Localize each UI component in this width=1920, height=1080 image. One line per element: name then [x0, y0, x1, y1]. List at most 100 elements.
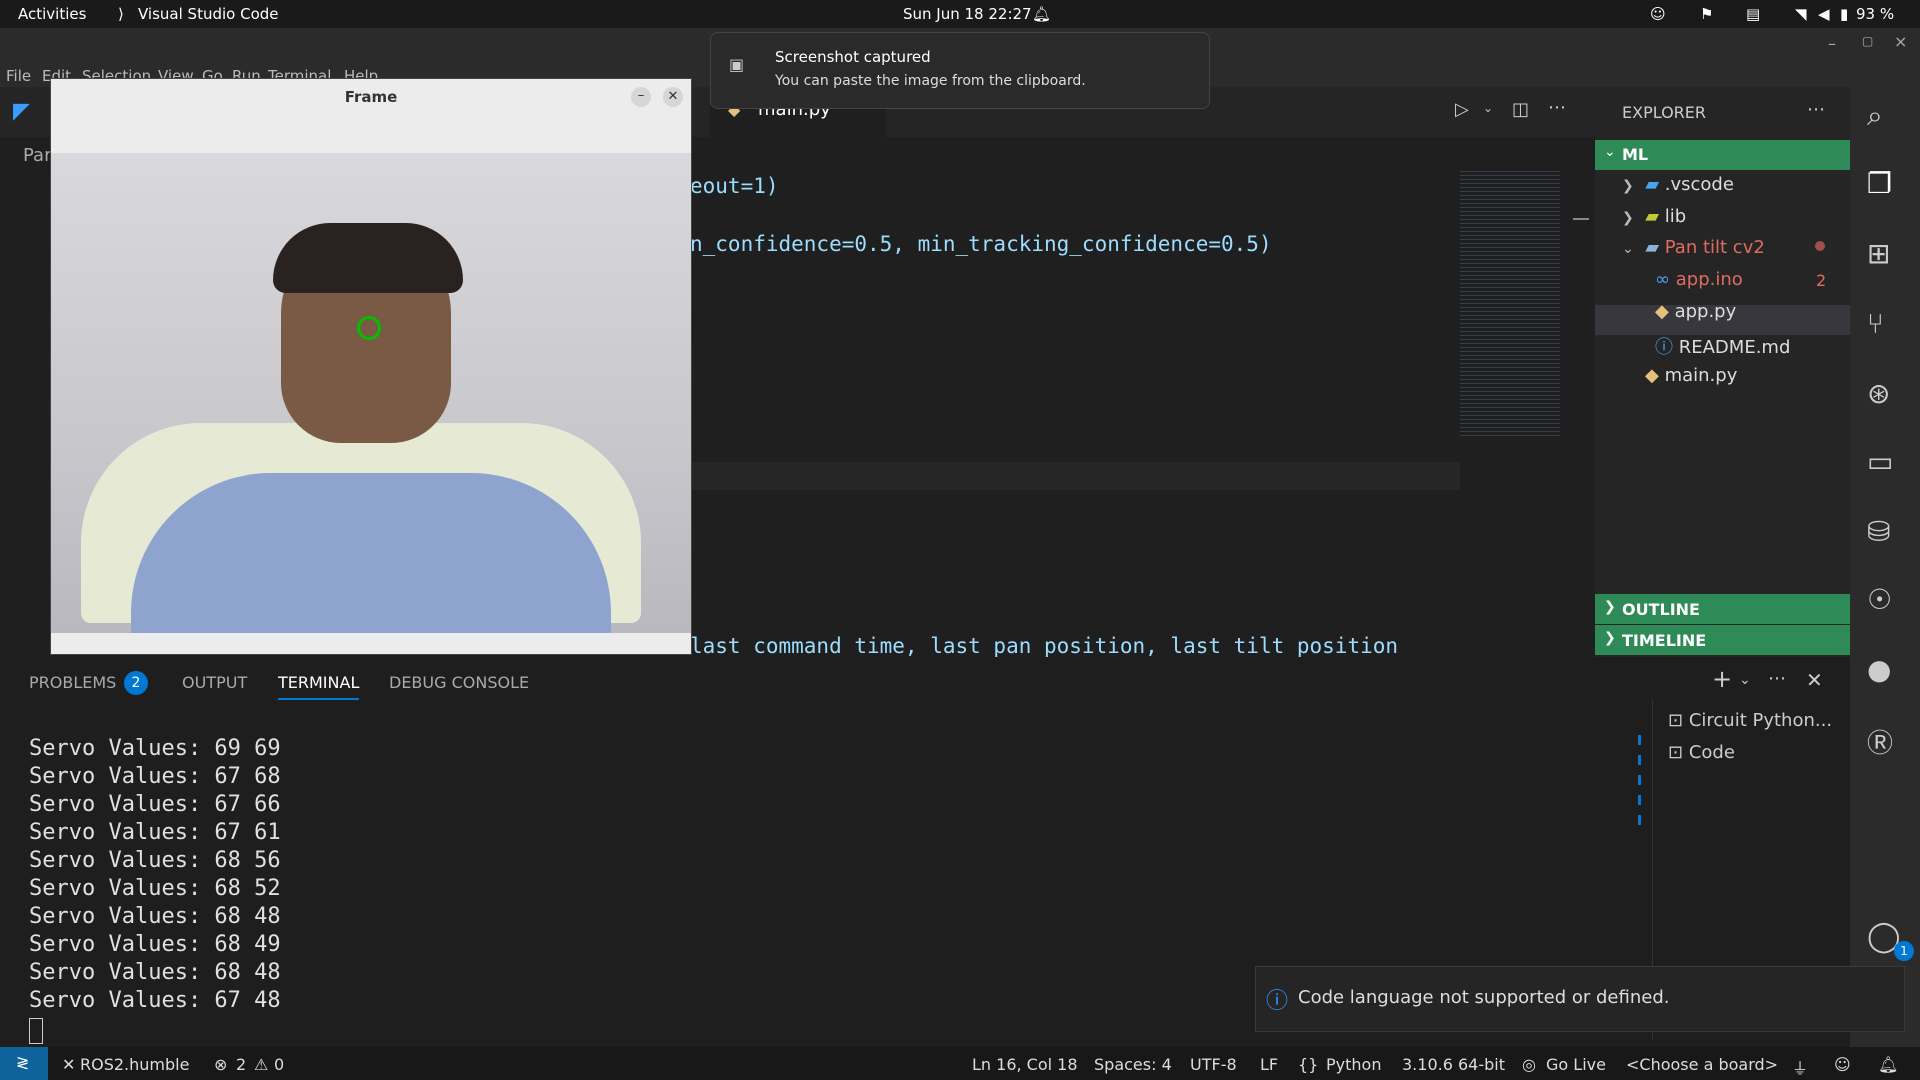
- language-mode[interactable]: Python: [1326, 1055, 1381, 1074]
- plug-icon[interactable]: ⏚: [1792, 1055, 1808, 1079]
- code-line[interactable]: eout=1): [690, 174, 779, 198]
- problems-badge: 2: [124, 671, 148, 695]
- python-interpreter[interactable]: 3.10.6 64-bit: [1402, 1055, 1505, 1074]
- volume-icon[interactable]: ◀: [1818, 5, 1830, 23]
- menu-file[interactable]: File: [6, 67, 31, 85]
- tree-item-app-py[interactable]: ◆ app.py: [1655, 301, 1736, 322]
- screenshot-notification[interactable]: ▣ Screenshot captured You can paste the …: [710, 32, 1210, 109]
- folder-root-ml[interactable]: ⌄ ML: [1595, 140, 1850, 170]
- hair-shape: [273, 223, 463, 293]
- error-count[interactable]: 2: [236, 1055, 246, 1074]
- tree-item-main-py[interactable]: ◆ main.py: [1645, 365, 1737, 386]
- ros-distro[interactable]: ROS2.humble: [80, 1055, 189, 1074]
- bell-icon[interactable]: 🔔︎: [1878, 1055, 1898, 1074]
- tree-item-readme[interactable]: ⓘ README.md: [1655, 333, 1790, 359]
- app-name[interactable]: Visual Studio Code: [138, 5, 279, 23]
- remote-indicator[interactable]: ≷: [0, 1047, 48, 1080]
- run-icon[interactable]: ▷: [1455, 99, 1469, 120]
- search-icon[interactable]: ⌕: [1867, 99, 1903, 135]
- tab-output[interactable]: OUTPUT: [182, 673, 247, 692]
- outline-section[interactable]: ❯ OUTLINE: [1595, 594, 1850, 624]
- more-icon[interactable]: ⋯: [1548, 97, 1566, 118]
- tree-item-lib[interactable]: ❯ ▰ lib: [1622, 206, 1686, 227]
- line-ending[interactable]: LF: [1260, 1055, 1278, 1074]
- terminal-item-circuit-python[interactable]: ⊡ Circuit Python...: [1668, 710, 1832, 731]
- clipboard-icon[interactable]: ▤: [1746, 5, 1760, 23]
- scrollbar[interactable]: [1573, 218, 1589, 220]
- outline-label: OUTLINE: [1622, 600, 1700, 619]
- robot-icon[interactable]: ☉: [1867, 583, 1903, 619]
- battery-icon[interactable]: ▮: [1840, 5, 1848, 23]
- terminal-line: Servo Values: 67 66: [29, 792, 281, 817]
- indentation[interactable]: Spaces: 4: [1094, 1055, 1172, 1074]
- warning-icon[interactable]: ⚠: [254, 1055, 268, 1074]
- tab-terminal[interactable]: TERMINAL: [278, 673, 360, 700]
- error-icon[interactable]: ⊗: [214, 1055, 227, 1074]
- chevron-down-icon[interactable]: ⌄: [1483, 101, 1493, 115]
- database-icon[interactable]: ⛁: [1867, 515, 1903, 551]
- terminal-cursor: [29, 1018, 43, 1044]
- github-icon[interactable]: ●: [1867, 653, 1903, 689]
- terminal-line: Servo Values: 68 48: [29, 960, 281, 985]
- braces-icon: {}: [1298, 1055, 1319, 1074]
- vscode-logo-icon: ◤: [13, 99, 30, 124]
- remote-close-icon[interactable]: ✕: [62, 1055, 75, 1074]
- close-icon[interactable]: ✕: [663, 87, 683, 107]
- tracking-marker: [357, 316, 381, 340]
- new-terminal-icon[interactable]: +: [1712, 665, 1732, 693]
- remote-explorer-icon[interactable]: ▭: [1867, 445, 1903, 481]
- terminal-line: Servo Values: 67 48: [29, 988, 281, 1013]
- minimize-icon[interactable]: –: [1828, 34, 1836, 53]
- tray-icon[interactable]: ☺: [1650, 5, 1666, 23]
- terminal-icon: ⊡: [1668, 710, 1684, 731]
- info-toast[interactable]: ⓘ Code language not supported or defined…: [1255, 966, 1905, 1032]
- timeline-section[interactable]: ❯ TIMELINE: [1595, 625, 1850, 655]
- maximize-icon[interactable]: ▢: [1862, 34, 1873, 48]
- code-line[interactable]: n_confidence=0.5, min_tracking_confidenc…: [690, 232, 1272, 256]
- terminal-line: Servo Values: 68 48: [29, 904, 281, 929]
- chevron-right-icon: ❯: [1622, 210, 1634, 226]
- tree-item-vscode[interactable]: ❯ ▰ .vscode: [1622, 174, 1734, 195]
- terminal-line: Servo Values: 67 68: [29, 764, 281, 789]
- split-editor-icon[interactable]: ◫: [1512, 99, 1529, 120]
- warning-count[interactable]: 0: [274, 1055, 284, 1074]
- close-icon[interactable]: ×: [1894, 32, 1907, 51]
- tree-item-app-ino[interactable]: ∞ app.ino: [1655, 269, 1743, 290]
- tab-problems[interactable]: PROBLEMS: [29, 673, 116, 692]
- explorer-icon[interactable]: ❐: [1867, 167, 1903, 203]
- tray-icon[interactable]: ⚑: [1700, 5, 1713, 23]
- extensions-icon[interactable]: ⊞: [1867, 237, 1903, 273]
- timeline-label: TIMELINE: [1622, 631, 1707, 650]
- account-badge: 1: [1894, 941, 1914, 961]
- board-selector[interactable]: <Choose a board>: [1626, 1055, 1778, 1074]
- more-icon[interactable]: ⋯: [1807, 99, 1825, 120]
- breadcrumb[interactable]: Par: [23, 145, 51, 166]
- broadcast-icon: ◎: [1522, 1055, 1536, 1074]
- cursor-position[interactable]: Ln 16, Col 18: [972, 1055, 1078, 1074]
- clock[interactable]: Sun Jun 18 22:27: [903, 5, 1032, 23]
- go-live[interactable]: Go Live: [1546, 1055, 1606, 1074]
- status-bar: ≷ ✕ ROS2.humble ⊗ 2 ⚠ 0 Ln 16, Col 18 Sp…: [0, 1047, 1920, 1080]
- ros-icon[interactable]: Ⓡ: [1867, 723, 1903, 759]
- close-panel-icon[interactable]: ✕: [1806, 668, 1823, 692]
- copilot-icon[interactable]: ☺: [1834, 1055, 1851, 1074]
- wifi-icon[interactable]: ◥: [1795, 5, 1807, 23]
- info-icon: ⓘ: [1655, 337, 1673, 358]
- activity-bar: ⌕ ❐ ⊞ ⑂ ⊛ ▭ ⛁ ☉ ● Ⓡ ◯ 1: [1850, 87, 1920, 1047]
- tab-debug-console[interactable]: DEBUG CONSOLE: [389, 673, 529, 692]
- modified-dot: [1815, 241, 1825, 251]
- tree-item-pan-tilt-cv2[interactable]: ⌄ ▰ Pan tilt cv2: [1622, 237, 1765, 258]
- terminal-scroll-markers: [1638, 735, 1641, 835]
- chevron-down-icon[interactable]: ⌄: [1739, 672, 1751, 688]
- git-graph-icon[interactable]: ⊛: [1867, 377, 1903, 413]
- activities-button[interactable]: Activities: [18, 5, 86, 23]
- opencv-frame-window[interactable]: Frame – ✕: [50, 78, 692, 655]
- minimize-icon[interactable]: –: [631, 87, 651, 107]
- code-line[interactable]: last_command_time, last_pan_position, la…: [690, 634, 1398, 658]
- source-control-icon[interactable]: ⑂: [1867, 307, 1903, 343]
- more-icon[interactable]: ⋯: [1768, 668, 1786, 689]
- encoding[interactable]: UTF-8: [1190, 1055, 1237, 1074]
- terminal-item-code[interactable]: ⊡ Code: [1668, 742, 1735, 763]
- minimap[interactable]: [1460, 168, 1560, 438]
- terminal-icon: ⊡: [1668, 742, 1684, 763]
